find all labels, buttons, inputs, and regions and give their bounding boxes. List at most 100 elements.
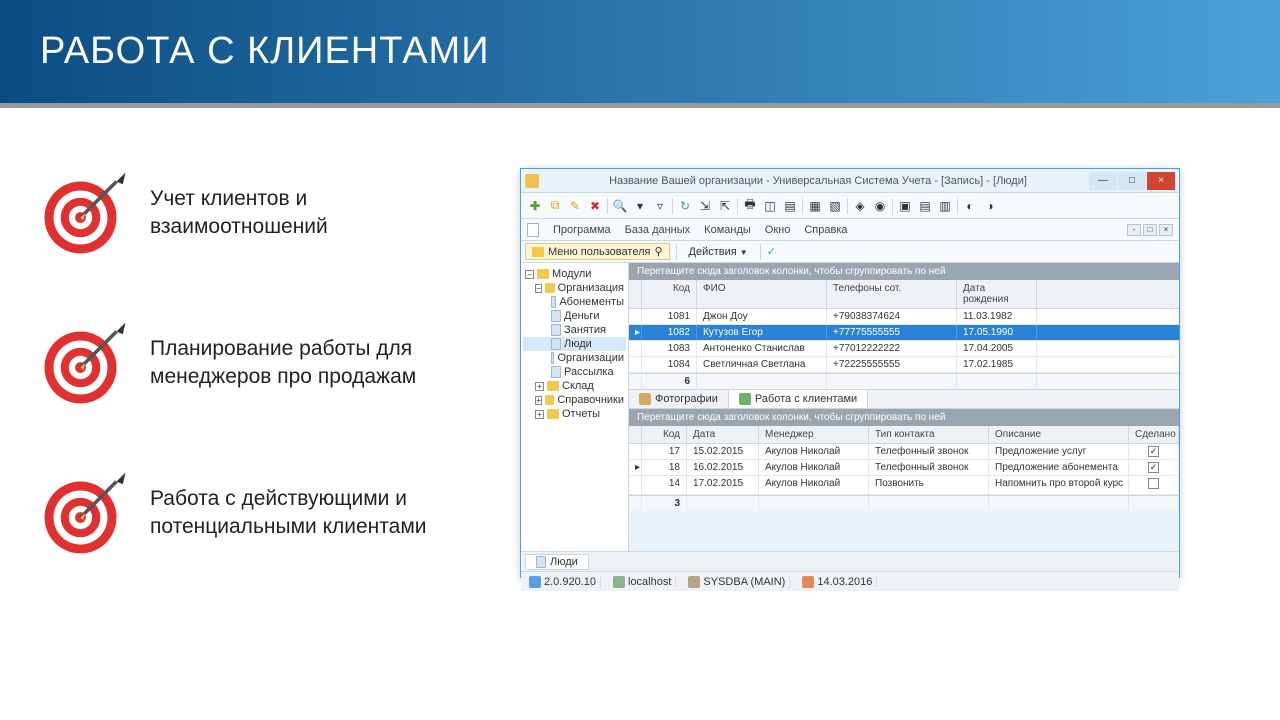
table-row[interactable]: ▸1816.02.2015Акулов НиколайТелефонный зв… — [629, 460, 1179, 476]
window-title: Название Вашей организации - Универсальн… — [547, 175, 1089, 187]
page-icon — [551, 296, 556, 308]
folder-icon — [532, 247, 544, 257]
mdi-restore-button[interactable]: □ — [1143, 224, 1157, 236]
folder-icon — [537, 269, 549, 279]
import-icon[interactable]: ⇱ — [717, 198, 733, 214]
check-icon[interactable]: ✓ — [767, 245, 776, 258]
tree-leaf-people[interactable]: Люди — [523, 337, 626, 351]
tool-icon[interactable]: ▤ — [917, 198, 933, 214]
tree-leaf[interactable]: Деньги — [523, 309, 626, 323]
bullet-list: Учет клиентов и взаимоотношений Планиров… — [40, 168, 480, 618]
col-fio[interactable]: ФИО — [697, 280, 827, 308]
tool-icon[interactable]: ▥ — [937, 198, 953, 214]
target-icon — [40, 318, 130, 408]
photo-icon — [639, 393, 651, 405]
tree-leaf[interactable]: Организации — [523, 351, 626, 365]
slide-banner: РАБОТА С КЛИЕНТАМИ — [0, 0, 1280, 108]
menu-help[interactable]: Справка — [804, 224, 847, 236]
bullet-text: Учет клиентов и взаимоотношений — [150, 185, 480, 242]
maximize-button[interactable]: □ — [1118, 172, 1146, 190]
col-tel[interactable]: Телефоны сот. — [827, 280, 957, 308]
col2-type[interactable]: Тип контакта — [869, 426, 989, 443]
print-icon[interactable]: 🖶 — [742, 198, 758, 214]
menu-program[interactable]: Программа — [553, 224, 611, 236]
tab-photos[interactable]: Фотографии — [629, 390, 729, 408]
menubar-page-icon — [527, 223, 539, 237]
menu-commands[interactable]: Команды — [704, 224, 751, 236]
version-icon — [529, 576, 541, 588]
status-host: localhost — [628, 576, 671, 588]
tool-icon[interactable]: ◈ — [852, 198, 868, 214]
col2-date[interactable]: Дата — [687, 426, 759, 443]
col-code[interactable]: Код — [642, 280, 697, 308]
actions-dropdown[interactable]: Действия ▼ — [683, 245, 754, 259]
tool-icon[interactable]: ▣ — [897, 198, 913, 214]
contacts-grid: Код Дата Менеджер Тип контакта Описание … — [629, 426, 1179, 511]
app-icon — [525, 174, 539, 188]
col2-code[interactable]: Код — [642, 426, 687, 443]
minimize-button[interactable]: — — [1089, 172, 1117, 190]
tool-icon[interactable]: ◫ — [762, 198, 778, 214]
col2-desc[interactable]: Описание — [989, 426, 1129, 443]
table-row[interactable]: 1084Светличная Светлана+7222555555517.02… — [629, 357, 1179, 373]
checkbox[interactable]: ✓ — [1148, 462, 1159, 473]
checkbox[interactable] — [1148, 478, 1159, 489]
tree-node-organization[interactable]: −Организация — [523, 281, 626, 295]
tool-icon[interactable]: ◉ — [872, 198, 888, 214]
menu-database[interactable]: База данных — [625, 224, 691, 236]
tool-icon[interactable]: ◑ — [982, 198, 998, 214]
filter-icon[interactable]: ▾ — [632, 198, 648, 214]
checkbox[interactable]: ✓ — [1148, 446, 1159, 457]
search-icon[interactable]: 🔍 — [612, 198, 628, 214]
col-birthdate[interactable]: Дата рождения — [957, 280, 1037, 308]
target-icon — [40, 168, 130, 258]
mdi-minimize-button[interactable]: - — [1127, 224, 1141, 236]
titlebar: Название Вашей организации - Универсальн… — [521, 169, 1179, 193]
close-button[interactable]: × — [1147, 172, 1175, 190]
copy-icon[interactable]: ⧉ — [547, 198, 563, 214]
bullet-item: Учет клиентов и взаимоотношений — [40, 168, 480, 258]
tree-node[interactable]: +Склад — [523, 379, 626, 393]
table-row[interactable]: 1081Джон Доу+7903837462411.03.1982 — [629, 309, 1179, 325]
group-panel-2[interactable]: Перетащите сюда заголовок колонки, чтобы… — [629, 409, 1179, 426]
people-grid: Код ФИО Телефоны сот. Дата рождения 1081… — [629, 280, 1179, 389]
mdi-close-button[interactable]: × — [1159, 224, 1173, 236]
slide-title: РАБОТА С КЛИЕНТАМИ — [40, 30, 490, 73]
folder-open-icon — [545, 283, 554, 293]
tree-node[interactable]: +Справочники — [523, 393, 626, 407]
edit-icon[interactable]: ✎ — [567, 198, 583, 214]
export-icon[interactable]: ⇲ — [697, 198, 713, 214]
clear-filter-icon[interactable]: ▿ — [652, 198, 668, 214]
table-row[interactable]: 1083Антоненко Станислав+7701222222217.04… — [629, 341, 1179, 357]
bullet-text: Работа с действующими и потенциальными к… — [150, 485, 480, 542]
col2-manager[interactable]: Менеджер — [759, 426, 869, 443]
statusbar: 2.0.920.10 localhost SYSDBA (MAIN) 14.03… — [521, 571, 1179, 591]
table-row[interactable]: ▸1082Кутузов Егор+7777555555517.05.1990 — [629, 325, 1179, 341]
add-icon[interactable]: ✚ — [527, 198, 543, 214]
target-icon — [40, 468, 130, 558]
tree-node[interactable]: +Отчеты — [523, 407, 626, 421]
tool-icon[interactable]: ◐ — [962, 198, 978, 214]
tree-leaf[interactable]: Абонементы — [523, 295, 626, 309]
table-row[interactable]: 1417.02.2015Акулов НиколайПозвонитьНапом… — [629, 476, 1179, 495]
tool-icon[interactable]: ▤ — [782, 198, 798, 214]
user-menu-button[interactable]: Меню пользователя ⚲ — [525, 243, 670, 260]
menu-window[interactable]: Окно — [765, 224, 791, 236]
folder-icon — [545, 395, 554, 405]
tab-client-work[interactable]: Работа с клиентами — [729, 390, 868, 408]
bottom-tabs: Люди — [521, 551, 1179, 571]
table-row[interactable]: 1715.02.2015Акулов НиколайТелефонный зво… — [629, 444, 1179, 460]
tree-leaf[interactable]: Рассылка — [523, 365, 626, 379]
tree-node-modules[interactable]: −Модули — [523, 267, 626, 281]
main-toolbar: ✚ ⧉ ✎ ✖ 🔍 ▾ ▿ ↻ ⇲ ⇱ 🖶 ◫ ▤ ▦ ▧ ◈ ◉ ▣ ▤ ▥ — [521, 193, 1179, 219]
tree-leaf[interactable]: Занятия — [523, 323, 626, 337]
col2-done[interactable]: Сделано — [1129, 426, 1179, 443]
refresh-icon[interactable]: ↻ — [677, 198, 693, 214]
bottom-tab-people[interactable]: Люди — [525, 554, 589, 570]
group-panel[interactable]: Перетащите сюда заголовок колонки, чтобы… — [629, 263, 1179, 280]
bullet-item: Работа с действующими и потенциальными к… — [40, 468, 480, 558]
delete-icon[interactable]: ✖ — [587, 198, 603, 214]
tool-icon[interactable]: ▧ — [827, 198, 843, 214]
tool-icon[interactable]: ▦ — [807, 198, 823, 214]
detail-tabs: Фотографии Работа с клиентами — [629, 389, 1179, 409]
